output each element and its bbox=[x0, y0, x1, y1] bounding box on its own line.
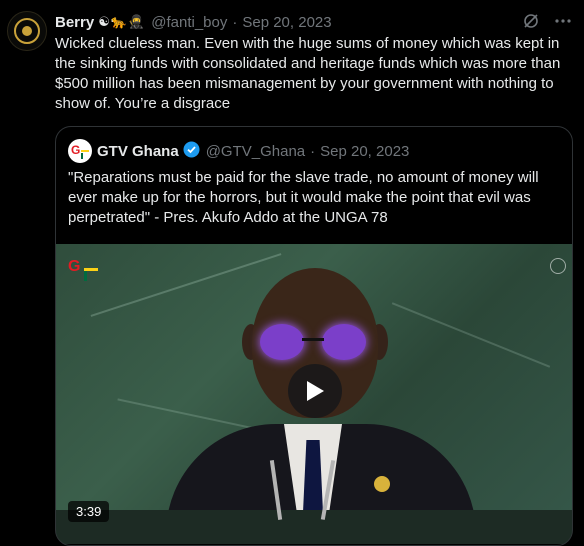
author-avatar[interactable] bbox=[7, 11, 47, 51]
gtv-watermark-letter: G bbox=[68, 258, 81, 275]
speaker-glasses-lens bbox=[260, 324, 304, 360]
lapel-pin bbox=[374, 476, 390, 492]
play-icon[interactable] bbox=[288, 364, 342, 418]
marble-vein bbox=[117, 398, 265, 432]
quote-author-name[interactable]: GTV Ghana bbox=[97, 143, 179, 160]
speaker-glasses-bridge bbox=[302, 338, 324, 341]
grok-icon[interactable] bbox=[522, 12, 540, 30]
speaker-glasses-lens bbox=[322, 324, 366, 360]
tweet-actions bbox=[522, 12, 572, 30]
verified-badge-icon bbox=[183, 141, 200, 162]
author-name[interactable]: Berry bbox=[55, 14, 94, 31]
avatar-emblem-center bbox=[22, 26, 32, 36]
more-icon[interactable] bbox=[554, 12, 572, 30]
quote-separator-dot: · bbox=[310, 142, 316, 160]
gtv-logo-letter: G bbox=[71, 143, 81, 157]
gtv-logo-green-bar bbox=[81, 153, 83, 159]
gtv-watermark-logo: G bbox=[68, 258, 102, 281]
author-emojis: ☯🐆🥷 bbox=[98, 14, 146, 29]
quoted-tweet[interactable]: G GTV Ghana @GTV_Ghana · Sep 20, 2023 "R… bbox=[55, 126, 573, 546]
author-handle[interactable]: @fanti_boy bbox=[151, 14, 227, 31]
tweet-text: Wicked clueless man. Even with the huge … bbox=[55, 35, 561, 112]
gtv-watermark-green-bar bbox=[84, 271, 87, 281]
tweet-header: Berry ☯🐆🥷 @fanti_boy · Sep 20, 2023 bbox=[55, 12, 572, 32]
un-emblem-icon bbox=[550, 258, 566, 274]
quote-author-handle[interactable]: @GTV_Ghana bbox=[206, 143, 305, 160]
video-player[interactable]: G 3:39 bbox=[56, 244, 572, 544]
separator-dot: · bbox=[232, 13, 238, 31]
gtv-logo-yellow-bar bbox=[81, 150, 89, 152]
quote-avatar[interactable]: G bbox=[68, 139, 92, 163]
marble-vein bbox=[90, 253, 282, 317]
podium bbox=[56, 510, 572, 544]
quote-text: "Reparations must be paid for the slave … bbox=[68, 169, 539, 226]
video-duration: 3:39 bbox=[68, 501, 110, 522]
marble-vein bbox=[391, 302, 551, 368]
tweet-date[interactable]: Sep 20, 2023 bbox=[242, 14, 331, 31]
quote-date[interactable]: Sep 20, 2023 bbox=[320, 143, 409, 160]
quote-header: G GTV Ghana @GTV_Ghana · Sep 20, 2023 bbox=[68, 139, 409, 163]
